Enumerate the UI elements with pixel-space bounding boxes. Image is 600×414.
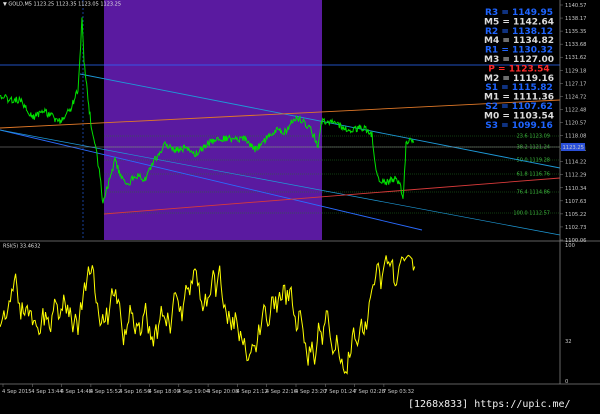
fib-label: 38.2 1121.24	[517, 145, 550, 151]
time-tick-label: 4 Sep 21:12	[236, 389, 267, 395]
symbol-header: ▼ GOLD,M5 1123.25 1123.35 1123.05 1123.2…	[3, 2, 121, 8]
price-tick-label: 1124.72	[565, 94, 586, 100]
time-tick-label: 7 Sep 02:28	[354, 389, 385, 395]
time-tick-label: 4 Sep 19:04	[178, 389, 210, 395]
fib-label: 76.4 1114.86	[517, 190, 550, 196]
price-axis[interactable]: 1140.57 1138.17 1135.35 1133.68 1131.62 1129.…	[560, 3, 587, 244]
fib-label: 61.8 1116.76	[517, 172, 550, 178]
highlight-range-box	[104, 0, 322, 240]
time-tick-label: 4 Sep 2015	[2, 389, 32, 395]
time-tick-label: 4 Sep 16:56	[119, 389, 150, 395]
price-tick-label: 1118.08	[565, 134, 586, 140]
price-tick-label: 1135.35	[565, 29, 586, 35]
price-tick-label: 1138.17	[565, 16, 586, 22]
price-tick-label: 1105.22	[565, 212, 586, 218]
price-tick-label: 1131.62	[565, 55, 586, 61]
time-tick-label: 7 Sep 01:24	[324, 389, 356, 395]
rsi-line	[0, 254, 416, 375]
rsi-level-100: 100	[565, 243, 575, 249]
price-tick-label: 1127.17	[565, 81, 586, 87]
rsi-level-32: 32	[565, 339, 572, 345]
watermark-text: [1268x833] https://upic.me/	[408, 399, 571, 410]
time-tick-label: 4 Sep 20:08	[207, 389, 238, 395]
trading-chart[interactable]: 23.6 1123.0938.2 1121.2450.0 1119.2861.8…	[0, 0, 600, 414]
time-tick-label: 4 Sep 13:44	[31, 389, 63, 395]
price-tick-label: 1110.34	[565, 186, 587, 192]
time-tick-label: 4 Sep 14:48	[61, 389, 92, 395]
price-tick-label: 1133.68	[565, 42, 586, 48]
current-price-label: 1123.25	[563, 145, 584, 151]
price-tick-label: 1122.48	[565, 107, 586, 113]
price-tick-label: 1140.57	[565, 3, 586, 9]
rsi-label: RSI(5) 33.4632	[3, 244, 40, 250]
time-tick-label: 4 Sep 22:16	[266, 389, 297, 395]
price-tick-label: 1114.22	[565, 160, 586, 166]
time-tick-label: 4 Sep 18:00	[149, 389, 180, 395]
pivot-levels: R3 = 1149.95M5 = 1142.64R2 = 1138.12M4 =…	[484, 8, 554, 131]
fib-label: 23.6 1123.09	[517, 134, 550, 140]
price-tick-label: 1102.73	[565, 225, 586, 231]
price-tick-label: 1107.63	[565, 199, 586, 205]
fib-label: 100.0 1112.57	[513, 211, 550, 217]
price-tick-label: 1129.18	[565, 68, 586, 74]
price-tick-label: 1112.29	[565, 173, 586, 179]
time-tick-label: 4 Sep 15:52	[90, 389, 121, 395]
pivot-label: S3 = 1099.16	[485, 121, 553, 131]
time-tick-label: 4 Sep 23:20	[295, 389, 326, 395]
time-axis[interactable]: 4 Sep 2015 4 Sep 13:444 Sep 14:484 Sep 15…	[2, 384, 414, 395]
price-tick-label: 1120.57	[565, 121, 586, 127]
